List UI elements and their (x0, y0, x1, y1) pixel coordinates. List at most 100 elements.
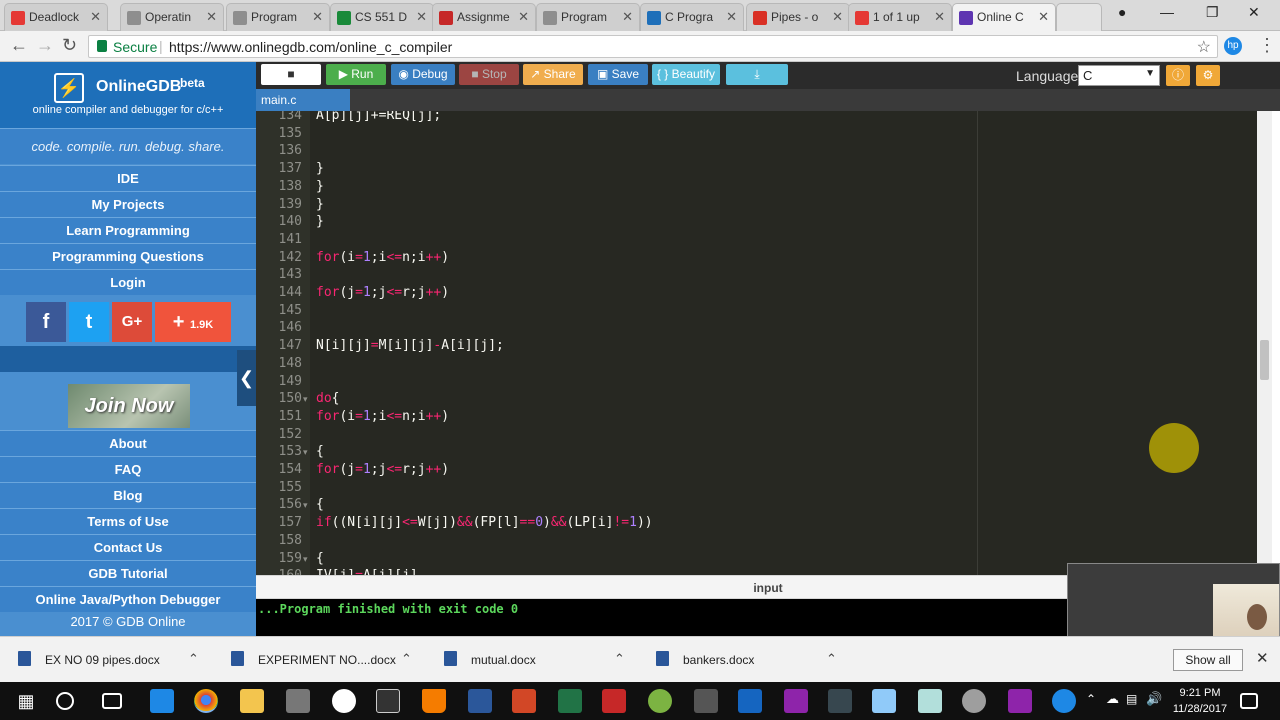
fold-arrow-icon[interactable]: ▾ (303, 500, 308, 511)
join-now-banner[interactable]: Join Now (68, 384, 190, 428)
browser-tab[interactable]: 1 of 1 up ✕ (848, 3, 952, 31)
tab-close-icon[interactable]: ✕ (726, 9, 737, 25)
tab-close-icon[interactable]: ✕ (312, 9, 323, 25)
sidebar-item-blog[interactable]: Blog (0, 482, 256, 508)
sidebar-item-contact-us[interactable]: Contact Us (0, 534, 256, 560)
tab-close-icon[interactable]: ✕ (1038, 9, 1049, 25)
edge-icon[interactable] (150, 689, 174, 713)
notifications-icon[interactable] (1240, 693, 1258, 709)
browser-tab[interactable]: Operatin ✕ (120, 3, 224, 31)
volume-icon[interactable]: 🔊 (1146, 691, 1170, 715)
search-icon[interactable] (56, 692, 74, 710)
chevron-up-icon[interactable]: ⌃ (614, 651, 625, 667)
beautify-button[interactable]: { } Beautify (652, 64, 720, 85)
browser-tab[interactable]: Program ✕ (226, 3, 330, 31)
sidebar-item-online-java-python-debugger[interactable]: Online Java/Python Debugger (0, 586, 256, 612)
sidebar-item-gdb-tutorial[interactable]: GDB Tutorial (0, 560, 256, 586)
tab-close-icon[interactable]: ✕ (832, 9, 843, 25)
download-button[interactable]: ⤓ (726, 64, 788, 85)
chevron-up-icon[interactable]: ⌃ (826, 651, 837, 667)
stop-button[interactable]: ■ Stop (459, 64, 519, 85)
task-view-icon[interactable] (102, 693, 122, 709)
close-downloads-icon[interactable]: ✕ (1256, 649, 1269, 667)
acrobat-icon[interactable] (602, 689, 626, 713)
close-window-icon[interactable]: ✕ (1248, 4, 1260, 21)
chevron-up-icon[interactable]: ⌃ (401, 651, 412, 667)
browser-tab[interactable]: Program ✕ (536, 3, 640, 31)
tab-close-icon[interactable]: ✕ (622, 9, 633, 25)
facebook-share-button[interactable]: f (26, 302, 66, 342)
sidebar-item-faq[interactable]: FAQ (0, 456, 256, 482)
editor-scrollbar[interactable] (1257, 111, 1272, 575)
sidebar-item-my-projects[interactable]: My Projects (0, 191, 256, 217)
excel-icon[interactable] (558, 689, 582, 713)
bookmark-star-icon[interactable]: ☆ (1197, 37, 1211, 57)
sidebar-item-learn-programming[interactable]: Learn Programming (0, 217, 256, 243)
share-button[interactable]: ↗ Share (523, 64, 583, 85)
recording-app-icon[interactable] (1008, 689, 1032, 713)
tab-close-icon[interactable]: ✕ (206, 9, 217, 25)
fold-arrow-icon[interactable]: ▾ (303, 554, 308, 565)
fold-arrow-icon[interactable]: ▾ (303, 447, 308, 458)
code-editor[interactable]: 134 135 136 137 138 139 140 141 142 143 144 145 146 1… (256, 111, 1257, 575)
profile-icon[interactable]: ● (1118, 4, 1126, 20)
chrome-icon[interactable] (194, 689, 218, 713)
hp-extension-icon[interactable]: hp (1224, 37, 1242, 55)
window-app-icon[interactable] (828, 689, 852, 713)
vlc-icon[interactable] (422, 689, 446, 713)
powerpoint-icon[interactable] (512, 689, 536, 713)
team-app-icon[interactable] (784, 689, 808, 713)
brand-header[interactable]: ⚡ OnlineGDB beta online compiler and deb… (0, 62, 256, 128)
taskbar-clock[interactable]: 9:21 PM 11/28/2017 (1170, 685, 1230, 717)
sidebar-item-ide[interactable]: IDE (0, 165, 256, 191)
browser-tab[interactable]: Pipes - o ✕ (746, 3, 850, 31)
file-explorer-icon[interactable] (240, 689, 264, 713)
menu-icon[interactable]: ⋮ (1258, 35, 1276, 56)
new-tab-button[interactable] (1056, 3, 1102, 31)
restore-icon[interactable]: ❐ (1206, 4, 1219, 21)
browser-tab[interactable]: Assignme ✕ (432, 3, 536, 31)
sidebar-item-programming-questions[interactable]: Programming Questions (0, 243, 256, 269)
browser-tab[interactable]: CS 551 D ✕ (330, 3, 434, 31)
language-select[interactable]: C ▼ (1078, 65, 1160, 86)
new-file-button[interactable]: ■ (261, 64, 321, 85)
google-plus-share-button[interactable]: G+ (112, 302, 152, 342)
terminal-icon[interactable] (376, 689, 400, 713)
url-input[interactable]: Secure | https://www.onlinegdb.com/onlin… (88, 35, 1218, 58)
show-all-downloads-button[interactable]: Show all (1173, 649, 1243, 671)
save-button[interactable]: ▣ Save (588, 64, 648, 85)
sidebar-item-login[interactable]: Login (0, 269, 256, 295)
tab-close-icon[interactable]: ✕ (416, 9, 427, 25)
tab-close-icon[interactable]: ✕ (518, 9, 529, 25)
green-app-icon[interactable] (648, 689, 672, 713)
hp-icon[interactable] (332, 689, 356, 713)
sidebar-item-terms-of-use[interactable]: Terms of Use (0, 508, 256, 534)
browser-tab[interactable]: Online C ✕ (952, 3, 1056, 31)
tab-close-icon[interactable]: ✕ (934, 9, 945, 25)
settings-button[interactable]: ⚙ (1196, 65, 1220, 86)
chevron-up-icon[interactable]: ⌃ (188, 651, 199, 667)
app-icon[interactable] (694, 689, 718, 713)
scrollbar-thumb[interactable] (1260, 340, 1269, 380)
twitter-share-button[interactable]: t (69, 302, 109, 342)
debug-button[interactable]: ◉ Debug (391, 64, 455, 85)
fold-arrow-icon[interactable]: ▾ (303, 394, 308, 405)
dev-cpp-icon[interactable] (738, 689, 762, 713)
file-tab-main-c[interactable]: main.c (256, 89, 350, 111)
store-icon[interactable] (286, 689, 310, 713)
back-icon[interactable]: ← (10, 35, 28, 56)
windows-start-icon[interactable]: ▦ (14, 689, 38, 713)
reload-icon[interactable]: ↻ (62, 35, 77, 56)
cube-app-icon[interactable] (872, 689, 896, 713)
minimize-icon[interactable]: — (1160, 4, 1174, 20)
browser-tab[interactable]: C Progra ✕ (640, 3, 744, 31)
notes-app-icon[interactable] (918, 689, 942, 713)
collapse-sidebar-button[interactable]: ❮ (237, 350, 256, 406)
help-icon[interactable] (1052, 689, 1076, 713)
paint-app-icon[interactable] (962, 689, 986, 713)
word-icon[interactable] (468, 689, 492, 713)
more-share-button[interactable]: + 1.9K (155, 302, 231, 342)
forward-icon[interactable]: → (36, 35, 54, 56)
browser-tab[interactable]: Deadlock ✕ (4, 3, 108, 31)
info-button[interactable]: ⓘ (1166, 65, 1190, 86)
